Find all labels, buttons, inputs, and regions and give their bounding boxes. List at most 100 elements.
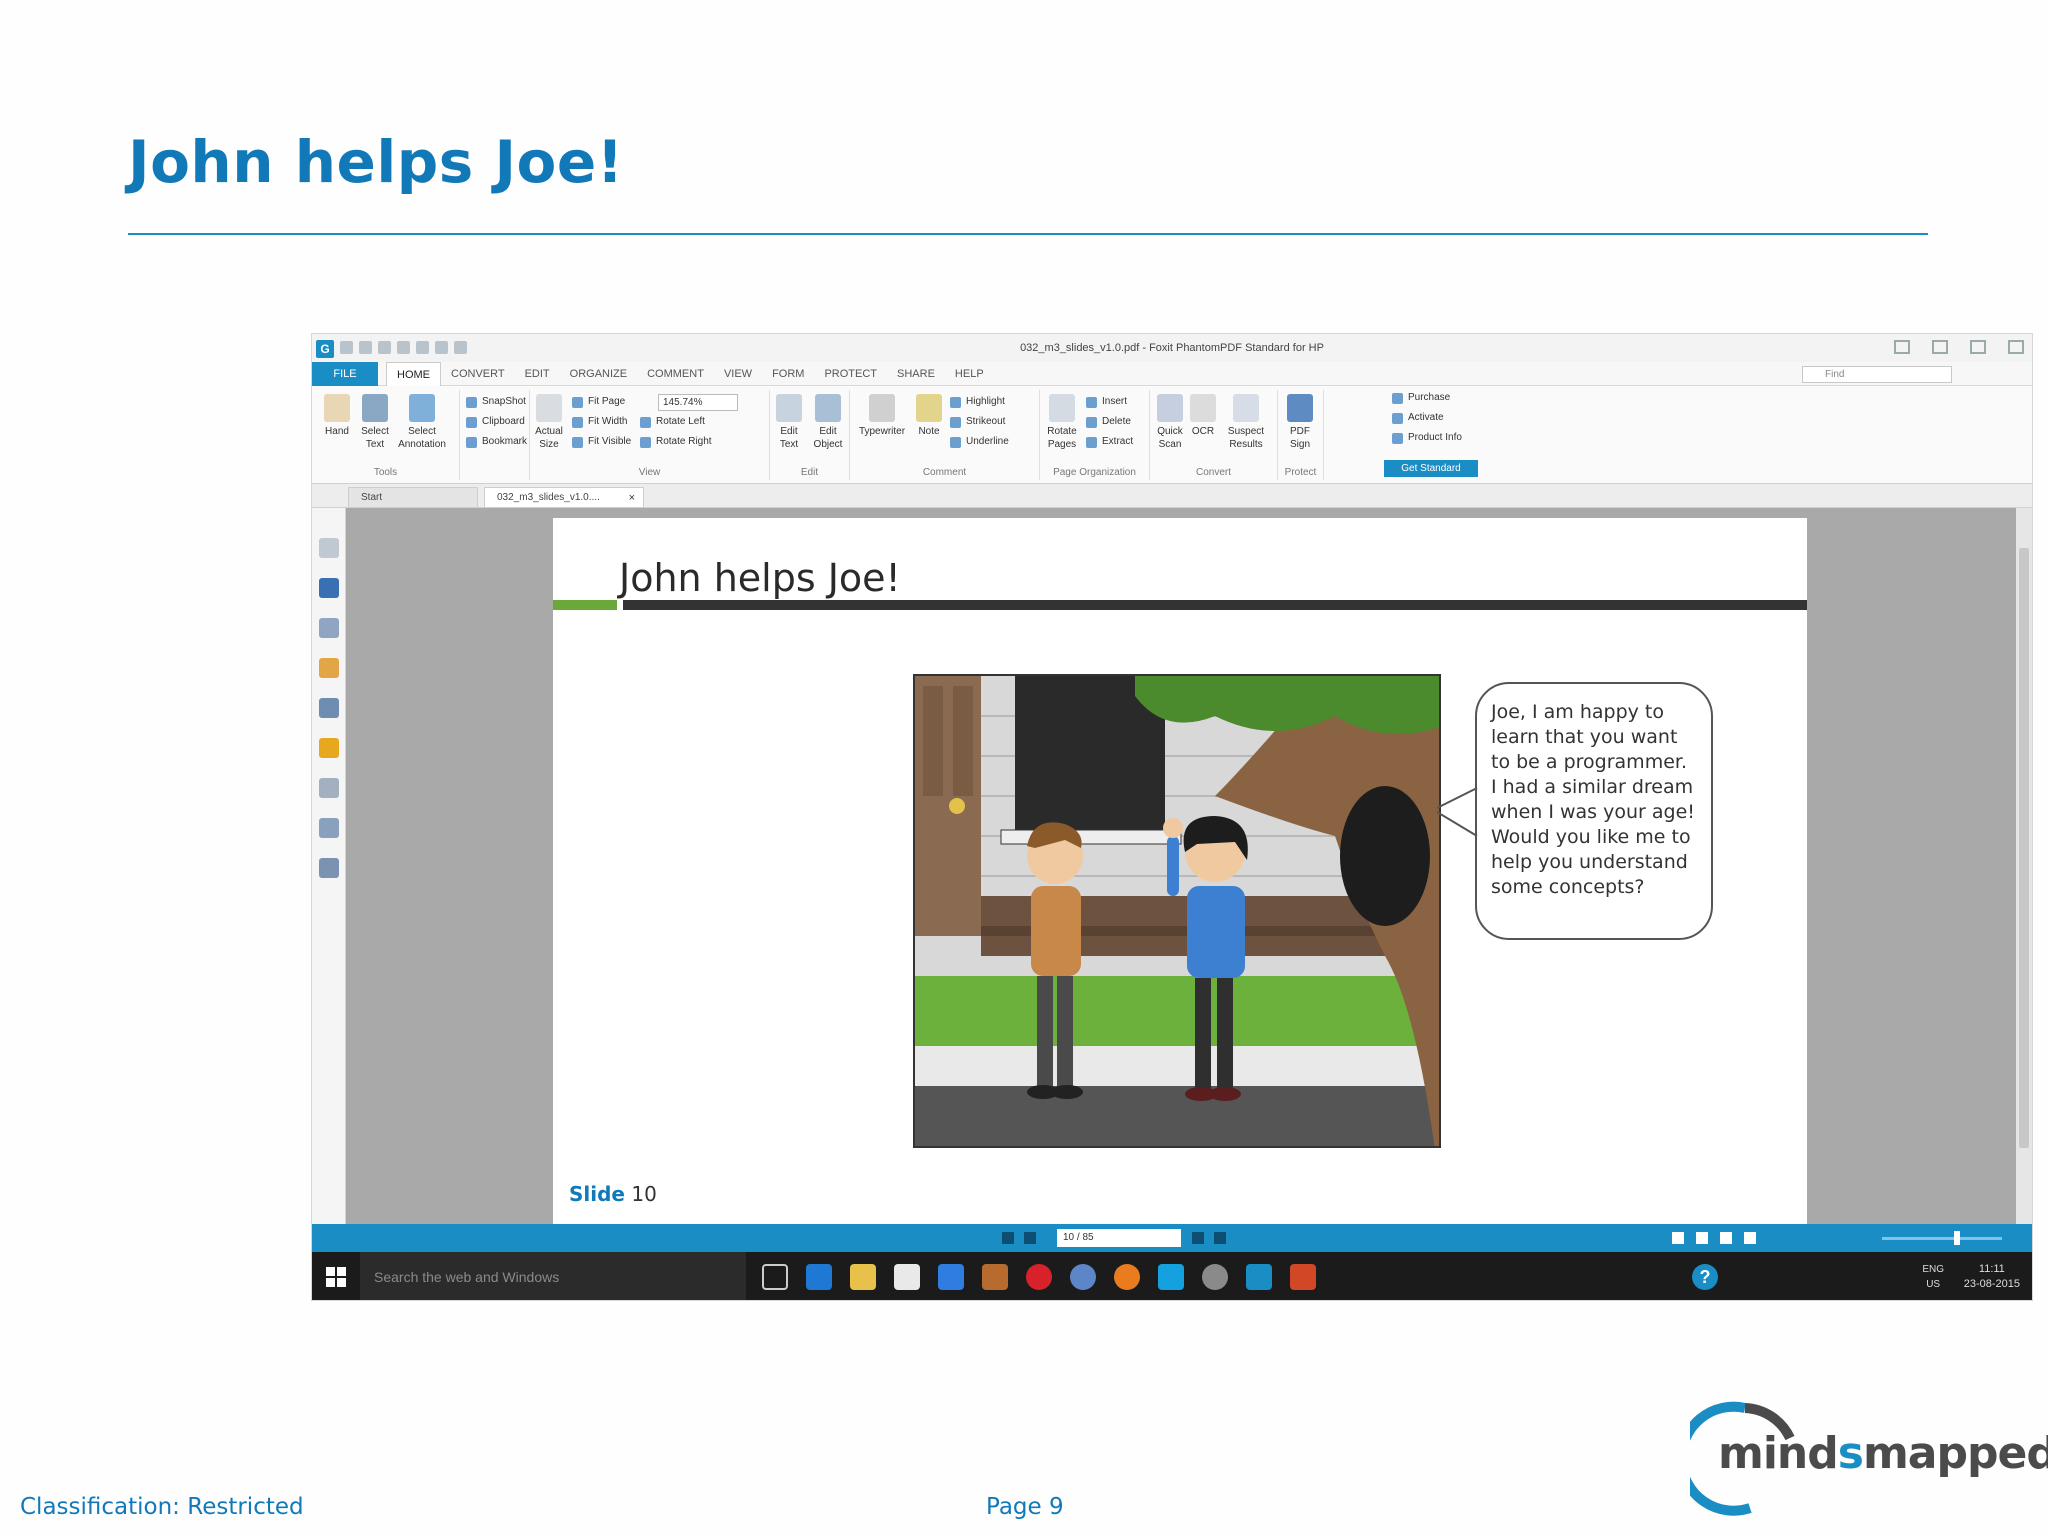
paint-icon[interactable] <box>982 1264 1008 1290</box>
page-number-input[interactable]: 10 / 85 <box>1057 1229 1181 1247</box>
save-icon[interactable] <box>359 341 372 354</box>
file-explorer-icon[interactable] <box>850 1264 876 1290</box>
fit-page-button[interactable]: Fit Page <box>572 396 625 408</box>
store-icon[interactable] <box>894 1264 920 1290</box>
extract-button[interactable]: Extract <box>1086 436 1133 448</box>
signature-icon[interactable] <box>319 778 339 798</box>
tab-organize[interactable]: ORGANIZE <box>560 362 637 386</box>
new-icon[interactable] <box>416 341 429 354</box>
product-info-button[interactable]: Product Info <box>1392 432 1462 444</box>
strikeout-button[interactable]: Strikeout <box>950 416 1005 428</box>
rotate-right-button[interactable]: Rotate Right <box>640 436 712 448</box>
snapshot-button[interactable]: SnapShot <box>466 396 526 408</box>
print-icon[interactable] <box>378 341 391 354</box>
pdf-sign-button[interactable]: PDF Sign <box>1282 394 1318 451</box>
clock[interactable]: 11:11 23-08-2015 <box>1964 1262 2020 1292</box>
help-icon[interactable]: ? <box>1692 1264 1718 1290</box>
tab-home[interactable]: HOME <box>386 362 441 386</box>
undo-icon[interactable] <box>435 341 448 354</box>
email-icon[interactable] <box>397 341 410 354</box>
previous-page-icon[interactable] <box>1024 1232 1036 1244</box>
open-icon[interactable] <box>340 341 353 354</box>
comments-icon[interactable] <box>319 818 339 838</box>
continuous-facing-icon[interactable] <box>1744 1232 1756 1244</box>
close-icon[interactable] <box>2008 340 2024 354</box>
quick-scan-button[interactable]: Quick Scan <box>1152 394 1188 451</box>
zoom-slider-knob[interactable] <box>1954 1231 1960 1245</box>
rotate-pages-button[interactable]: Rotate Pages <box>1042 394 1082 451</box>
continuous-page-icon[interactable] <box>1696 1232 1708 1244</box>
find-input[interactable]: Find <box>1802 366 1952 383</box>
edit-object-icon <box>815 394 841 422</box>
single-page-icon[interactable] <box>1672 1232 1684 1244</box>
powerpoint-icon[interactable] <box>1290 1264 1316 1290</box>
task-view-icon[interactable] <box>762 1264 788 1290</box>
get-standard-button[interactable]: Get Standard <box>1384 460 1478 477</box>
foxit-taskbar-icon[interactable] <box>1246 1264 1272 1290</box>
file-menu[interactable]: FILE <box>312 362 378 386</box>
tools-icon[interactable] <box>319 858 339 878</box>
underline-button[interactable]: Underline <box>950 436 1009 448</box>
note-button[interactable]: Note <box>912 394 946 438</box>
first-page-icon[interactable] <box>1002 1232 1014 1244</box>
zoom-input[interactable]: 145.74% <box>658 394 738 411</box>
zoom-slider[interactable] <box>1882 1237 2002 1240</box>
insert-button[interactable]: Insert <box>1086 396 1127 408</box>
windows-start-icon[interactable] <box>326 1267 346 1287</box>
tab-comment[interactable]: COMMENT <box>637 362 714 386</box>
delete-button[interactable]: Delete <box>1086 416 1131 428</box>
foxit-logo-icon[interactable]: G <box>316 340 334 358</box>
tab-view[interactable]: VIEW <box>714 362 762 386</box>
suspect-results-button[interactable]: Suspect Results <box>1220 394 1272 451</box>
purchase-button[interactable]: Purchase <box>1392 392 1450 404</box>
actual-size-button[interactable]: Actual Size <box>532 394 566 451</box>
typewriter-button[interactable]: Typewriter <box>852 394 912 438</box>
minimize-icon[interactable] <box>1932 340 1948 354</box>
tab-document[interactable]: 032_m3_slides_v1.0.... × <box>484 487 644 507</box>
tab-start[interactable]: Start <box>348 487 478 507</box>
tab-help[interactable]: HELP <box>945 362 994 386</box>
settings-gear-icon[interactable] <box>1202 1264 1228 1290</box>
tab-protect[interactable]: PROTECT <box>814 362 887 386</box>
edit-text-button[interactable]: Edit Text <box>772 394 806 451</box>
ribbon-toggle-icon[interactable] <box>1894 340 1910 354</box>
logo-text: mindsmapped <box>1718 1428 2048 1479</box>
facing-page-icon[interactable] <box>1720 1232 1732 1244</box>
bookmarks-icon[interactable] <box>319 578 339 598</box>
select-text-button[interactable]: Select Text <box>352 394 398 451</box>
activate-button[interactable]: Activate <box>1392 412 1444 424</box>
tab-share[interactable]: SHARE <box>887 362 945 386</box>
bookmark-button[interactable]: Bookmark <box>466 436 527 448</box>
edit-object-button[interactable]: Edit Object <box>808 394 848 451</box>
firefox-icon[interactable] <box>1114 1264 1140 1290</box>
layers-icon[interactable] <box>319 618 339 638</box>
scrollbar-thumb[interactable] <box>2019 548 2029 1148</box>
redo-icon[interactable] <box>454 341 467 354</box>
edge-browser-icon[interactable] <box>806 1264 832 1290</box>
restore-icon[interactable] <box>1970 340 1986 354</box>
tab-convert[interactable]: CONVERT <box>441 362 515 386</box>
chrome-icon[interactable] <box>1070 1264 1096 1290</box>
select-annotation-button[interactable]: Select Annotation <box>394 394 450 451</box>
tab-form[interactable]: FORM <box>762 362 814 386</box>
next-page-icon[interactable] <box>1192 1232 1204 1244</box>
close-tab-icon[interactable]: × <box>629 488 635 508</box>
link-icon[interactable] <box>319 698 339 718</box>
ocr-button[interactable]: OCR <box>1188 394 1218 438</box>
taskbar-search-input[interactable]: Search the web and Windows <box>360 1252 746 1300</box>
lock-icon[interactable] <box>319 738 339 758</box>
rotate-left-button[interactable]: Rotate Left <box>640 416 705 428</box>
highlight-button[interactable]: Highlight <box>950 396 1005 408</box>
vertical-scrollbar[interactable] <box>2016 508 2032 1224</box>
fit-width-button[interactable]: Fit Width <box>572 416 627 428</box>
tab-edit[interactable]: EDIT <box>515 362 560 386</box>
opera-icon[interactable] <box>1026 1264 1052 1290</box>
pages-icon[interactable] <box>319 538 339 558</box>
language-indicator[interactable]: ENG US <box>1922 1262 1944 1292</box>
skype-icon[interactable] <box>1158 1264 1184 1290</box>
last-page-icon[interactable] <box>1214 1232 1226 1244</box>
dropbox-icon[interactable] <box>938 1264 964 1290</box>
clipboard-button[interactable]: Clipboard <box>466 416 525 428</box>
attachments-icon[interactable] <box>319 658 339 678</box>
fit-visible-button[interactable]: Fit Visible <box>572 436 631 448</box>
